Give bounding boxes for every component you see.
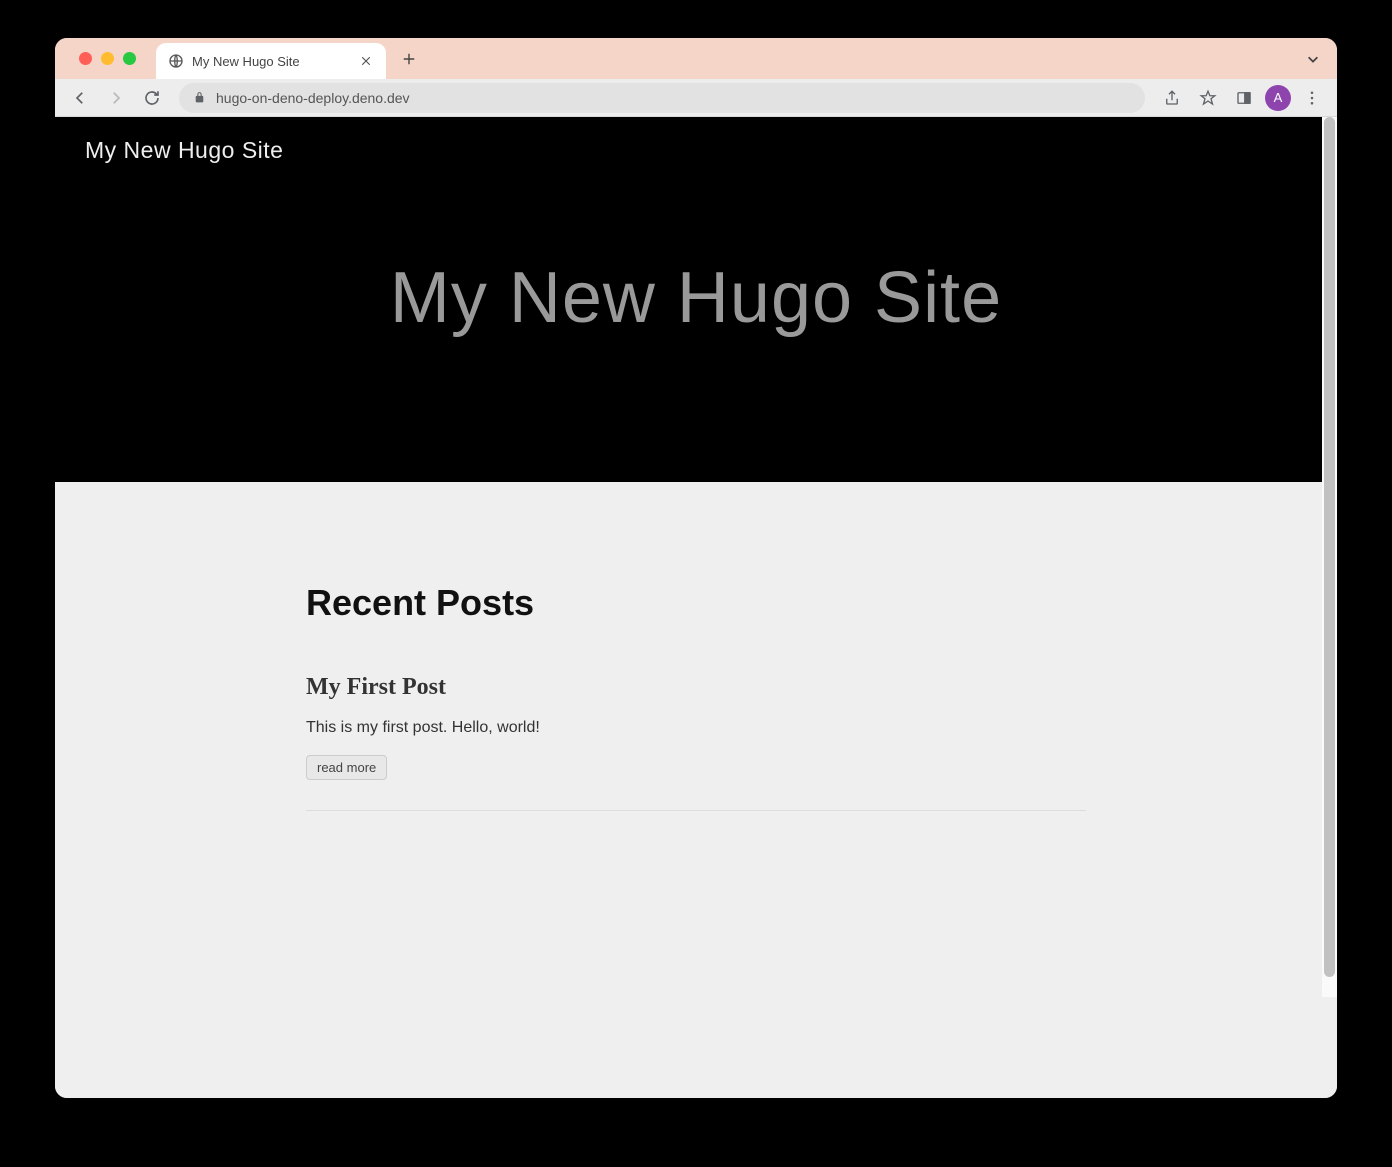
url-text: hugo-on-deno-deploy.deno.dev [216,90,410,106]
scrollbar-track[interactable] [1322,117,1337,997]
page-viewport[interactable]: My New Hugo Site My New Hugo Site Recent… [55,117,1337,1098]
post-excerpt: This is my first post. Hello, world! [306,719,1086,737]
browser-toolbar: hugo-on-deno-deploy.deno.dev [55,79,1337,117]
site-brand-link[interactable]: My New Hugo Site [85,137,283,164]
minimize-window-button[interactable] [101,52,114,65]
share-button[interactable] [1157,83,1187,113]
back-button[interactable] [65,83,95,113]
address-bar[interactable]: hugo-on-deno-deploy.deno.dev [179,83,1145,113]
browser-window: My New Hugo Site [55,38,1337,1098]
close-window-button[interactable] [79,52,92,65]
close-tab-button[interactable] [358,53,374,69]
tabs-dropdown-button[interactable] [1301,47,1325,71]
window-controls [65,38,150,79]
main-content: Recent Posts My First Post This is my fi… [286,482,1106,851]
menu-button[interactable] [1297,83,1327,113]
recent-posts-heading: Recent Posts [306,582,1086,624]
lock-icon [193,91,206,104]
post-title-link[interactable]: My First Post [306,674,1086,701]
read-more-button[interactable]: read more [306,755,387,780]
post-item: My First Post This is my first post. Hel… [306,674,1086,811]
hero-section: My New Hugo Site My New Hugo Site [55,117,1337,482]
side-panel-button[interactable] [1229,83,1259,113]
tab-strip: My New Hugo Site [55,38,1337,79]
browser-tab[interactable]: My New Hugo Site [156,43,386,79]
bookmark-button[interactable] [1193,83,1223,113]
toolbar-right: A [1157,83,1327,113]
globe-icon [168,53,184,69]
reload-button[interactable] [137,83,167,113]
forward-button[interactable] [101,83,131,113]
scrollbar-thumb[interactable] [1324,117,1335,977]
hero-title: My New Hugo Site [55,257,1337,339]
avatar-initial: A [1274,90,1283,105]
profile-avatar[interactable]: A [1265,85,1291,111]
new-tab-button[interactable] [394,44,424,74]
tab-title: My New Hugo Site [192,54,350,69]
maximize-window-button[interactable] [123,52,136,65]
